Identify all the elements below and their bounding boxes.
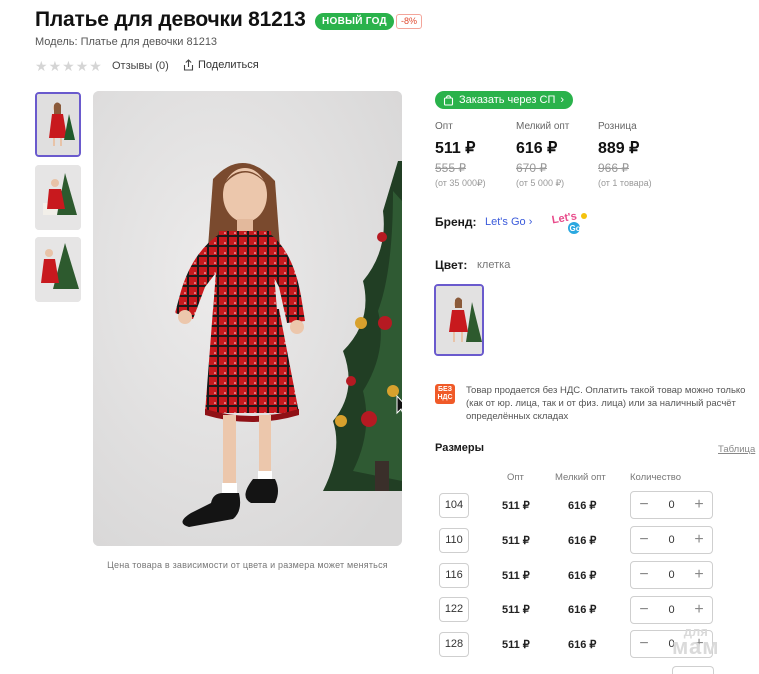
- swatch-image: [436, 286, 482, 354]
- star-icon: ★: [89, 58, 102, 74]
- row-small-opt-price: 616 ₽: [568, 604, 597, 616]
- price-old: 555 ₽: [435, 161, 466, 175]
- quantity-stepper: − 0 +: [630, 596, 713, 624]
- price-retail: Розница 889 ₽ 966 ₽ (от 1 товара): [598, 121, 652, 188]
- quantity-stepper: − 0 +: [630, 561, 713, 589]
- row-opt-price: 511 ₽: [502, 535, 530, 547]
- cart-icon: [443, 94, 454, 106]
- brand-name: Let's Go: [485, 216, 526, 228]
- price-value: 616 ₽: [516, 140, 558, 157]
- row-small-opt-price: 616 ₽: [568, 639, 597, 651]
- quantity-stepper-partial: [672, 666, 714, 674]
- model-name: Модель: Платье для девочки 81213: [35, 36, 218, 48]
- chevron-right-icon: ›: [560, 94, 565, 106]
- svg-text:Go: Go: [570, 224, 581, 233]
- size-option[interactable]: 110: [439, 528, 469, 553]
- quantity-value[interactable]: 0: [668, 499, 674, 511]
- price-type: Розница: [598, 121, 637, 132]
- quantity-stepper: − 0 +: [630, 491, 713, 519]
- color-swatch-plaid[interactable]: [434, 284, 484, 356]
- star-icon: ★: [48, 58, 62, 74]
- price-opt: Опт 511 ₽ 555 ₽ (от 35 000₽): [435, 121, 486, 189]
- chevron-right-icon: ›: [528, 216, 533, 228]
- price-old: 966 ₽: [598, 161, 629, 175]
- row-opt-price: 511 ₽: [502, 570, 530, 582]
- product-title: Платье для девочки 81213: [35, 8, 306, 31]
- brand-link[interactable]: Let's Go ›: [485, 216, 532, 228]
- row-opt-price: 511 ₽: [502, 639, 530, 651]
- row-opt-price: 511 ₽: [502, 604, 530, 616]
- price-old: 670 ₽: [516, 161, 547, 175]
- row-small-opt-price: 616 ₽: [568, 535, 597, 547]
- size-option[interactable]: 116: [439, 563, 469, 588]
- price-type: Опт: [435, 121, 453, 132]
- thumbnail-3[interactable]: [35, 237, 81, 302]
- minus-icon[interactable]: −: [637, 496, 651, 514]
- color-value: клетка: [477, 259, 511, 271]
- main-product-image[interactable]: [93, 91, 402, 546]
- row-small-opt-price: 616 ₽: [568, 500, 597, 512]
- minus-icon[interactable]: −: [637, 531, 651, 549]
- quantity-value[interactable]: 0: [668, 569, 674, 581]
- size-option[interactable]: 122: [439, 597, 469, 622]
- watermark-logo: для мам: [672, 624, 720, 659]
- price-value: 511 ₽: [435, 140, 476, 157]
- order-via-sp-button[interactable]: Заказать через СП ›: [435, 91, 574, 109]
- brand-logo-image: Let's Go: [551, 210, 587, 234]
- minus-icon[interactable]: −: [637, 635, 651, 653]
- price-from: (от 5 000 ₽): [516, 178, 565, 188]
- minus-icon[interactable]: −: [637, 601, 651, 619]
- row-small-opt-price: 616 ₽: [568, 570, 597, 582]
- size-option[interactable]: 128: [439, 632, 469, 657]
- reviews-link[interactable]: Отзывы (0): [112, 60, 169, 72]
- price-type: Мелкий опт: [516, 121, 570, 132]
- no-vat-icon: БЕЗ НДС: [435, 384, 455, 404]
- product-photo: [93, 91, 402, 546]
- col-header-qty: Количество: [630, 472, 682, 483]
- plus-icon[interactable]: +: [692, 566, 706, 584]
- thumbnail-1[interactable]: [35, 92, 81, 157]
- price-from: (от 35 000₽): [435, 178, 486, 188]
- plus-icon[interactable]: +: [692, 601, 706, 619]
- price-from: (от 1 товара): [598, 178, 652, 188]
- price-small-opt: Мелкий опт 616 ₽ 670 ₽ (от 5 000 ₽): [516, 121, 569, 189]
- size-option[interactable]: 104: [439, 493, 469, 518]
- star-icon: ★: [62, 58, 75, 74]
- color-label: Цвет:: [435, 258, 468, 272]
- thumbnail-image: [35, 237, 81, 302]
- plus-icon[interactable]: +: [692, 531, 706, 549]
- share-button[interactable]: Поделиться: [183, 59, 259, 71]
- col-header-opt: Опт: [507, 472, 524, 483]
- star-icon: ★: [35, 58, 48, 74]
- size-table-link[interactable]: Таблица: [718, 444, 755, 455]
- discount-badge: -8%: [396, 14, 423, 29]
- thumbnail-image: [37, 94, 79, 155]
- thumbnail-image: [35, 165, 81, 230]
- col-header-small-opt: Мелкий опт: [555, 472, 606, 483]
- row-opt-price: 511 ₽: [502, 500, 530, 512]
- quantity-value[interactable]: 0: [668, 604, 674, 616]
- order-via-sp-label: Заказать через СП: [459, 94, 556, 106]
- rating-stars[interactable]: ★ ★ ★ ★ ★: [35, 59, 102, 73]
- thumbnail-2[interactable]: [35, 165, 81, 230]
- price-note: Цена товара в зависимости от цвета и раз…: [107, 560, 388, 570]
- star-icon: ★: [75, 58, 89, 74]
- plus-icon[interactable]: +: [692, 496, 706, 514]
- share-label: Поделиться: [198, 59, 259, 71]
- new-year-badge: НОВЫЙ ГОД: [315, 13, 394, 30]
- brand-logo[interactable]: Let's Go: [551, 208, 589, 236]
- share-icon: [183, 59, 194, 71]
- price-value: 889 ₽: [598, 140, 640, 157]
- no-vat-notice: Товар продается без НДС. Оплатить такой …: [466, 385, 746, 422]
- quantity-stepper: − 0 +: [630, 526, 713, 554]
- quantity-value[interactable]: 0: [668, 534, 674, 546]
- sizes-heading: Размеры: [435, 442, 485, 454]
- minus-icon[interactable]: −: [637, 566, 651, 584]
- brand-label: Бренд:: [435, 215, 477, 229]
